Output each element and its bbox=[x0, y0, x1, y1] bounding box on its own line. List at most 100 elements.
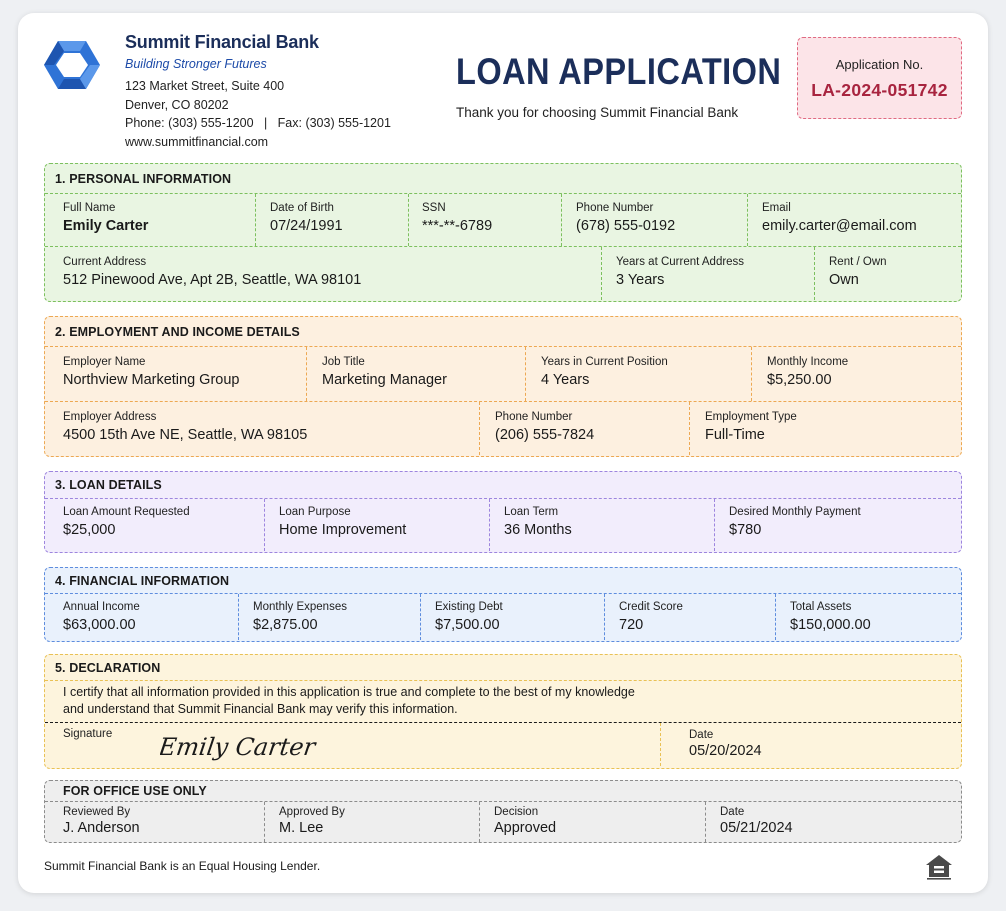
bank-name: Summit Financial Bank bbox=[125, 32, 319, 52]
personal-row-1: Full Name Emily Carter Date of Birth 07/… bbox=[45, 194, 961, 247]
field-label: Employer Address bbox=[63, 411, 157, 423]
field-label: Decision bbox=[494, 806, 539, 818]
ssn-field: SSN ***-**-6789 bbox=[408, 194, 561, 246]
desired-payment-field: Desired Monthly Payment $780 bbox=[714, 499, 961, 551]
application-number-value: LA-2024-051742 bbox=[811, 80, 948, 100]
field-value: Marketing Manager bbox=[322, 372, 447, 388]
field-value: 3 Years bbox=[616, 272, 665, 288]
employment-row-2: Employer Address 4500 15th Ave NE, Seatt… bbox=[45, 402, 961, 455]
field-value: 36 Months bbox=[504, 522, 572, 538]
loan-details-section: 3. LOAN DETAILS Loan Amount Requested $2… bbox=[44, 471, 962, 553]
declaration-text-line1: I certify that all information provided … bbox=[63, 685, 635, 699]
field-value: emily.carter@email.com bbox=[762, 218, 917, 234]
email-field: Email emily.carter@email.com bbox=[747, 194, 961, 246]
field-label: Loan Amount Requested bbox=[63, 506, 190, 518]
document-title: LOAN APPLICATION bbox=[456, 51, 782, 92]
field-label: Annual Income bbox=[63, 601, 140, 613]
field-value: M. Lee bbox=[279, 820, 324, 836]
field-value: Home Improvement bbox=[279, 522, 407, 538]
section-heading: 1. PERSONAL INFORMATION bbox=[45, 164, 961, 194]
approved-by-field: Approved By M. Lee bbox=[264, 802, 479, 842]
office-date-field: Date 05/21/2024 bbox=[705, 802, 961, 842]
field-value: 07/24/1991 bbox=[270, 218, 343, 234]
employment-type-field: Employment Type Full-Time bbox=[689, 402, 961, 455]
employment-income-section: 2. EMPLOYMENT AND INCOME DETAILS Employe… bbox=[44, 316, 962, 457]
credit-score-field: Credit Score 720 bbox=[604, 594, 775, 640]
field-label: Reviewed By bbox=[63, 806, 131, 818]
field-value: Northview Marketing Group bbox=[63, 372, 240, 388]
document-subtitle: Thank you for choosing Summit Financial … bbox=[456, 105, 739, 120]
field-label: Employment Type bbox=[705, 411, 797, 423]
field-label: Total Assets bbox=[790, 601, 852, 613]
section-heading: 3. LOAN DETAILS bbox=[45, 472, 961, 499]
field-label: Years at Current Address bbox=[616, 256, 745, 268]
field-value: 05/21/2024 bbox=[720, 820, 793, 836]
dob-field: Date of Birth 07/24/1991 bbox=[255, 194, 408, 246]
section-heading: 4. FINANCIAL INFORMATION bbox=[45, 568, 961, 594]
field-label: Rent / Own bbox=[829, 256, 887, 268]
decision-field: Decision Approved bbox=[479, 802, 705, 842]
existing-debt-field: Existing Debt $7,500.00 bbox=[420, 594, 604, 640]
monthly-expenses-field: Monthly Expenses $2,875.00 bbox=[238, 594, 420, 640]
field-value: 720 bbox=[619, 617, 644, 633]
field-value: ***-**-6789 bbox=[422, 218, 493, 234]
employer-name-field: Employer Name Northview Marketing Group bbox=[45, 347, 306, 401]
field-label: Employer Name bbox=[63, 356, 146, 368]
financial-information-section: 4. FINANCIAL INFORMATION Annual Income $… bbox=[44, 567, 962, 642]
field-value: $2,875.00 bbox=[253, 617, 318, 633]
declaration-section: 5. DECLARATION I certify that all inform… bbox=[44, 654, 962, 769]
loan-row: Loan Amount Requested $25,000 Loan Purpo… bbox=[45, 499, 961, 551]
signature-label: Signature bbox=[63, 728, 113, 740]
field-label: Loan Purpose bbox=[279, 506, 351, 518]
employment-row-1: Employer Name Northview Marketing Group … bbox=[45, 347, 961, 402]
current-address-field: Current Address 512 Pinewood Ave, Apt 2B… bbox=[45, 247, 601, 300]
loan-term-field: Loan Term 36 Months bbox=[489, 499, 714, 551]
field-label: Years in Current Position bbox=[541, 356, 668, 368]
financial-row: Annual Income $63,000.00 Monthly Expense… bbox=[45, 594, 961, 640]
phone-field: Phone Number (678) 555-0192 bbox=[561, 194, 747, 246]
bank-logo-icon bbox=[44, 41, 100, 89]
loan-purpose-field: Loan Purpose Home Improvement bbox=[264, 499, 489, 551]
application-number-box: Application No. LA-2024-051742 bbox=[797, 37, 962, 119]
field-value: 512 Pinewood Ave, Apt 2B, Seattle, WA 98… bbox=[63, 272, 362, 288]
full-name-field: Full Name Emily Carter bbox=[45, 194, 255, 246]
bank-address-line1: 123 Market Street, Suite 400 bbox=[125, 79, 285, 93]
signature-text: Emily Carter bbox=[160, 733, 319, 761]
signature-image: Emily Carter bbox=[160, 733, 319, 761]
loan-application-card: Summit Financial Bank Building Stronger … bbox=[18, 13, 988, 893]
equal-housing-icon bbox=[926, 855, 952, 880]
field-value: Own bbox=[829, 272, 859, 288]
bank-address-line2: Denver, CO 80202 bbox=[125, 98, 229, 112]
field-value: J. Anderson bbox=[63, 820, 140, 836]
field-label: Date of Birth bbox=[270, 202, 334, 214]
signature-row: Signature Emily Carter Date 05/20/2024 bbox=[45, 723, 961, 766]
section-heading: 2. EMPLOYMENT AND INCOME DETAILS bbox=[45, 317, 961, 347]
field-value: $7,500.00 bbox=[435, 617, 500, 633]
field-label: Date bbox=[689, 729, 714, 741]
field-value: $5,250.00 bbox=[767, 372, 832, 388]
field-value: (206) 555-7824 bbox=[495, 427, 595, 443]
personal-information-section: 1. PERSONAL INFORMATION Full Name Emily … bbox=[44, 163, 962, 302]
field-value: Approved bbox=[494, 820, 557, 836]
field-label: Job Title bbox=[322, 356, 365, 368]
years-at-address-field: Years at Current Address 3 Years bbox=[601, 247, 814, 300]
total-assets-field: Total Assets $150,000.00 bbox=[775, 594, 961, 640]
bank-website-link[interactable]: www.summitfinancial.com bbox=[125, 135, 268, 149]
field-value: $150,000.00 bbox=[790, 617, 871, 633]
field-label: Monthly Income bbox=[767, 356, 849, 368]
section-heading: FOR OFFICE USE ONLY bbox=[45, 781, 961, 802]
field-label: Full Name bbox=[63, 202, 116, 214]
field-value: (678) 555-0192 bbox=[576, 218, 676, 234]
personal-row-2: Current Address 512 Pinewood Ave, Apt 2B… bbox=[45, 247, 961, 300]
field-label: Desired Monthly Payment bbox=[729, 506, 861, 518]
field-value: 4500 15th Ave NE, Seattle, WA 98105 bbox=[63, 427, 308, 443]
field-value: 05/20/2024 bbox=[689, 743, 762, 759]
field-label: Approved By bbox=[279, 806, 345, 818]
field-label: Email bbox=[762, 202, 791, 214]
years-position-field: Years in Current Position 4 Years bbox=[525, 347, 751, 401]
employer-address-field: Employer Address 4500 15th Ave NE, Seatt… bbox=[45, 402, 479, 455]
bank-tagline: Building Stronger Futures bbox=[125, 57, 267, 71]
employer-phone-field: Phone Number (206) 555-7824 bbox=[479, 402, 689, 455]
rent-own-field: Rent / Own Own bbox=[814, 247, 961, 300]
reviewed-by-field: Reviewed By J. Anderson bbox=[45, 802, 264, 842]
